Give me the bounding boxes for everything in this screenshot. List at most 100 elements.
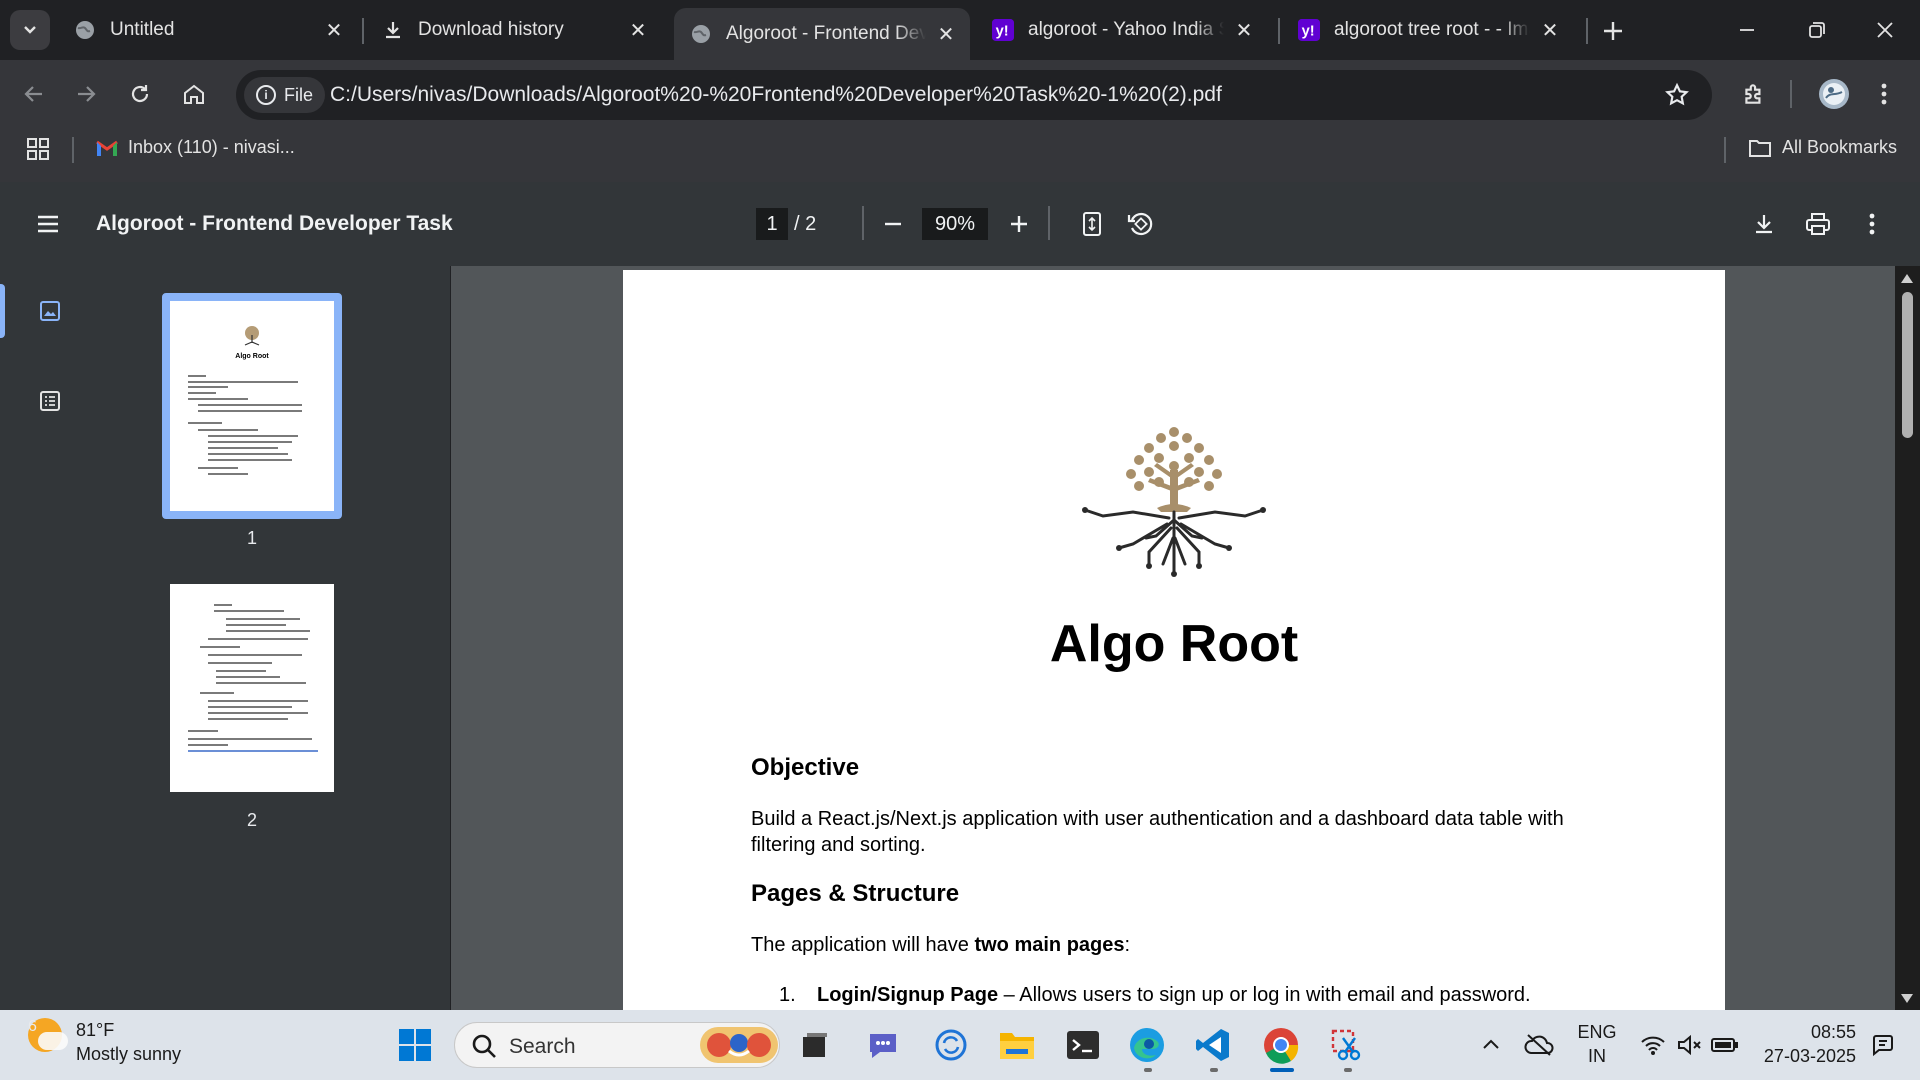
address-bar[interactable]: i File C:/Users/nivas/Downloads/Algoroot… — [236, 70, 1712, 120]
start-button[interactable] — [394, 1024, 436, 1066]
text-line — [208, 447, 278, 449]
tab-title: Untitled — [110, 19, 175, 40]
text-line — [208, 700, 308, 702]
tab-untitled[interactable]: Untitled ✕ — [58, 8, 358, 52]
cloud-shape — [38, 1032, 68, 1050]
bookmark-label: Inbox (110) - nivasi... — [128, 137, 295, 157]
vertical-scrollbar[interactable] — [1895, 266, 1920, 1010]
minimize-button[interactable] — [1724, 8, 1770, 52]
snipping-tool-button[interactable] — [1326, 1024, 1368, 1066]
info-icon: i — [256, 85, 276, 105]
text-line — [208, 453, 288, 455]
page-thumbnail-2[interactable] — [170, 584, 334, 792]
svg-text:y!: y! — [1302, 24, 1315, 40]
onedrive-button[interactable] — [1518, 1024, 1560, 1066]
tab-search-button[interactable] — [10, 10, 50, 50]
profile-button[interactable] — [1814, 74, 1854, 114]
tree-logo-icon — [1082, 427, 1266, 577]
zoom-out-button[interactable] — [876, 207, 910, 241]
bookmark-star-icon[interactable] — [1664, 82, 1690, 108]
text-line — [208, 706, 292, 708]
chevron-up-icon — [1483, 1039, 1499, 1049]
terminal-button[interactable] — [1062, 1024, 1104, 1066]
thumbnail-page-number: 1 — [246, 528, 257, 548]
extensions-button[interactable] — [1734, 74, 1774, 114]
close-icon[interactable]: ✕ — [322, 18, 346, 42]
vscode-icon — [1196, 1029, 1229, 1061]
tab-title: algoroot tree root - - Images — [1334, 19, 1530, 40]
weather-description: Mostly sunny — [76, 1044, 182, 1064]
scrollbar-thumb[interactable] — [1902, 292, 1913, 438]
url-text[interactable]: C:/Users/nivas/Downloads/Algoroot%20-%20… — [330, 83, 1222, 107]
show-hidden-icons-button[interactable] — [1470, 1024, 1512, 1066]
reload-icon — [131, 85, 149, 103]
objective-heading: Objective — [751, 754, 860, 781]
scroll-down-arrow-icon[interactable] — [1901, 994, 1913, 1003]
active-app-indicator — [1270, 1068, 1294, 1072]
pdf-more-button[interactable] — [1856, 208, 1888, 240]
sync-app-button[interactable] — [930, 1024, 972, 1066]
restore-button[interactable] — [1794, 8, 1840, 52]
home-button[interactable] — [174, 74, 214, 114]
fit-page-button[interactable] — [1076, 208, 1108, 240]
teams-chat-button[interactable] — [862, 1024, 904, 1066]
download-icon — [382, 19, 404, 41]
zoom-in-button[interactable] — [1002, 207, 1036, 241]
print-button[interactable] — [1802, 208, 1834, 240]
close-window-button[interactable] — [1862, 8, 1908, 52]
sidebar-toggle-button[interactable] — [36, 212, 60, 236]
bookmark-gmail[interactable]: Inbox (110) - nivasi... — [96, 137, 295, 158]
minimize-icon — [1740, 29, 1754, 31]
tab-separator — [1586, 18, 1588, 44]
download-button[interactable] — [1748, 208, 1780, 240]
rotate-button[interactable] — [1124, 208, 1156, 240]
scroll-up-arrow-icon[interactable] — [1901, 274, 1913, 283]
page-number-input[interactable]: 1 — [756, 208, 788, 240]
volume-muted-icon — [1678, 1034, 1701, 1056]
close-icon[interactable]: ✕ — [626, 18, 650, 42]
chrome-button[interactable] — [1260, 1024, 1302, 1066]
text-line — [188, 738, 312, 740]
battery-button[interactable] — [1704, 1024, 1746, 1066]
taskbar-search-box[interactable]: Search — [454, 1022, 780, 1068]
vscode-button[interactable] — [1192, 1024, 1234, 1066]
language-indicator[interactable]: ENG — [1570, 1022, 1624, 1043]
page-thumbnail-1[interactable]: Algo Root — [170, 301, 334, 511]
tab-download-history[interactable]: Download history ✕ — [366, 8, 662, 52]
document-brand-heading: Algo Root — [1049, 615, 1299, 673]
running-indicator — [1144, 1068, 1152, 1072]
text-line — [188, 392, 216, 394]
apps-icon[interactable] — [26, 137, 50, 161]
pdf-viewport[interactable]: Algo Root Objective Build a React.js/Nex… — [451, 266, 1895, 1010]
new-tab-button[interactable] — [1596, 14, 1630, 48]
outline-view-button[interactable] — [36, 387, 64, 415]
close-icon[interactable]: ✕ — [1232, 18, 1256, 42]
tab-yahoo-images[interactable]: y! algoroot tree root - - Images ✕ — [1282, 8, 1574, 52]
reload-button[interactable] — [120, 74, 160, 114]
clock-time[interactable]: 08:55 — [1752, 1022, 1856, 1043]
task-view-button[interactable] — [794, 1024, 836, 1066]
file-explorer-button[interactable] — [996, 1024, 1038, 1066]
text-line — [216, 676, 280, 678]
close-icon[interactable]: ✕ — [934, 22, 958, 46]
tab-yahoo-search[interactable]: y! algoroot - Yahoo India Search Results… — [976, 8, 1268, 52]
running-indicator — [1344, 1068, 1352, 1072]
notifications-button[interactable] — [1862, 1024, 1904, 1066]
all-bookmarks-button[interactable]: All Bookmarks — [1748, 137, 1897, 158]
plus-icon — [1604, 22, 1622, 40]
close-icon[interactable]: ✕ — [1538, 18, 1562, 42]
weather-badge: 6 — [28, 1018, 37, 1035]
browser-menu-button[interactable] — [1864, 74, 1904, 114]
forward-button[interactable] — [66, 74, 106, 114]
back-button[interactable] — [14, 74, 54, 114]
thumbnails-view-button[interactable] — [36, 297, 64, 325]
language-region: IN — [1588, 1046, 1606, 1066]
pages-intro-text: The application will have — [751, 934, 975, 956]
arrow-left-icon — [24, 86, 42, 102]
tab-algoroot-pdf[interactable]: Algoroot - Frontend Developer Task ✕ — [674, 8, 970, 60]
site-info-chip[interactable]: i File — [244, 77, 326, 113]
zoom-level-input[interactable]: 90% — [922, 208, 988, 240]
text-line — [188, 398, 248, 400]
edge-button[interactable] — [1126, 1024, 1168, 1066]
edge-icon — [1130, 1028, 1164, 1062]
